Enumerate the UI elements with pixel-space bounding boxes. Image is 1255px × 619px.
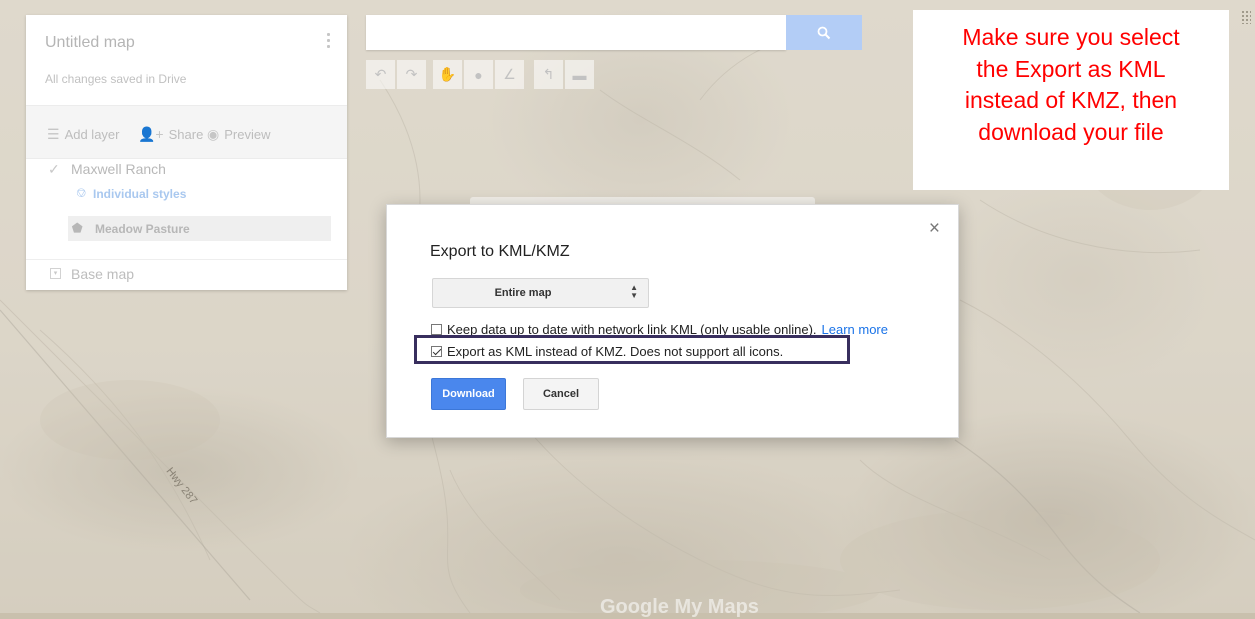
export-dialog: × Export to KML/KMZ Entire map ▲ ▼ Keep d… — [386, 204, 959, 438]
redo-icon[interactable]: ↷ — [397, 60, 426, 89]
history-toolbar: ↶ ↷ — [366, 60, 426, 89]
add-person-icon: 👤+ — [138, 126, 164, 142]
search-icon — [817, 26, 831, 39]
marker-icon[interactable]: ● — [464, 60, 493, 89]
feature-item[interactable]: ⬟ Meadow Pasture — [68, 216, 331, 241]
panel-actions: ☰ Add layer 👤+ Share ◉ Preview — [26, 105, 347, 159]
add-layer-button[interactable]: ☰ Add layer — [47, 126, 119, 143]
eye-icon: ◉ — [207, 126, 220, 142]
highlight-box — [414, 335, 850, 364]
map-watermark: Google My Maps — [600, 596, 759, 618]
polygon-icon: ⬟ — [72, 221, 83, 235]
callout-line: the Export as KML — [976, 55, 1166, 82]
download-button[interactable]: Download — [431, 378, 506, 410]
individual-styles-link[interactable]: Individual styles — [93, 187, 186, 201]
dialog-title: Export to KML/KMZ — [430, 243, 570, 260]
share-button[interactable]: 👤+ Share — [138, 126, 203, 143]
directions-icon[interactable]: ↰ — [534, 60, 563, 89]
map-title[interactable]: Untitled map — [45, 34, 135, 52]
tools-toolbar: ✋ ● ∠ — [433, 60, 524, 89]
base-map-label: Base map — [71, 266, 135, 282]
preview-label: Preview — [224, 127, 271, 142]
map-legend-panel: Untitled map All changes saved in Drive … — [26, 15, 347, 290]
network-link-checkbox[interactable] — [431, 324, 442, 335]
layer-name[interactable]: Maxwell Ranch — [71, 161, 166, 177]
paint-roller-icon: ⎊ — [76, 185, 87, 200]
search-button[interactable] — [786, 15, 862, 50]
draw-line-icon[interactable]: ∠ — [495, 60, 524, 89]
callout-line: instead of KMZ, then — [964, 87, 1178, 113]
instruction-callout: Make sure you select the Export as KML i… — [913, 10, 1229, 190]
extra-toolbar: ↰ ▬ — [534, 60, 594, 89]
hand-icon[interactable]: ✋ — [433, 60, 462, 89]
ruler-icon[interactable]: ▬ — [565, 60, 594, 89]
select-value: Entire map — [494, 287, 552, 299]
share-label: Share — [168, 127, 204, 142]
chevron-down-icon[interactable]: ▾ — [50, 268, 61, 279]
callout-line: download your file — [978, 118, 1164, 145]
select-arrows-icon: ▲ ▼ — [630, 283, 638, 300]
callout-line: Make sure you select — [962, 24, 1180, 50]
layer-options-icon[interactable] — [327, 33, 331, 51]
base-map-section[interactable]: ▾ Base map — [26, 259, 347, 291]
preview-button[interactable]: ◉ Preview — [207, 126, 270, 143]
feature-label: Meadow Pasture — [95, 222, 190, 236]
save-status: All changes saved in Drive — [45, 72, 187, 86]
layer-visibility-checkbox[interactable]: ✓ — [48, 161, 60, 178]
close-icon[interactable]: × — [929, 218, 940, 240]
export-scope-select[interactable]: Entire map ▲ ▼ — [432, 278, 649, 308]
undo-icon[interactable]: ↶ — [366, 60, 395, 89]
layers-icon: ☰ — [47, 126, 60, 142]
add-layer-label: Add layer — [64, 127, 120, 142]
cancel-button[interactable]: Cancel — [523, 378, 599, 410]
apps-grid-icon[interactable] — [1241, 10, 1251, 24]
search-input[interactable] — [366, 15, 786, 50]
